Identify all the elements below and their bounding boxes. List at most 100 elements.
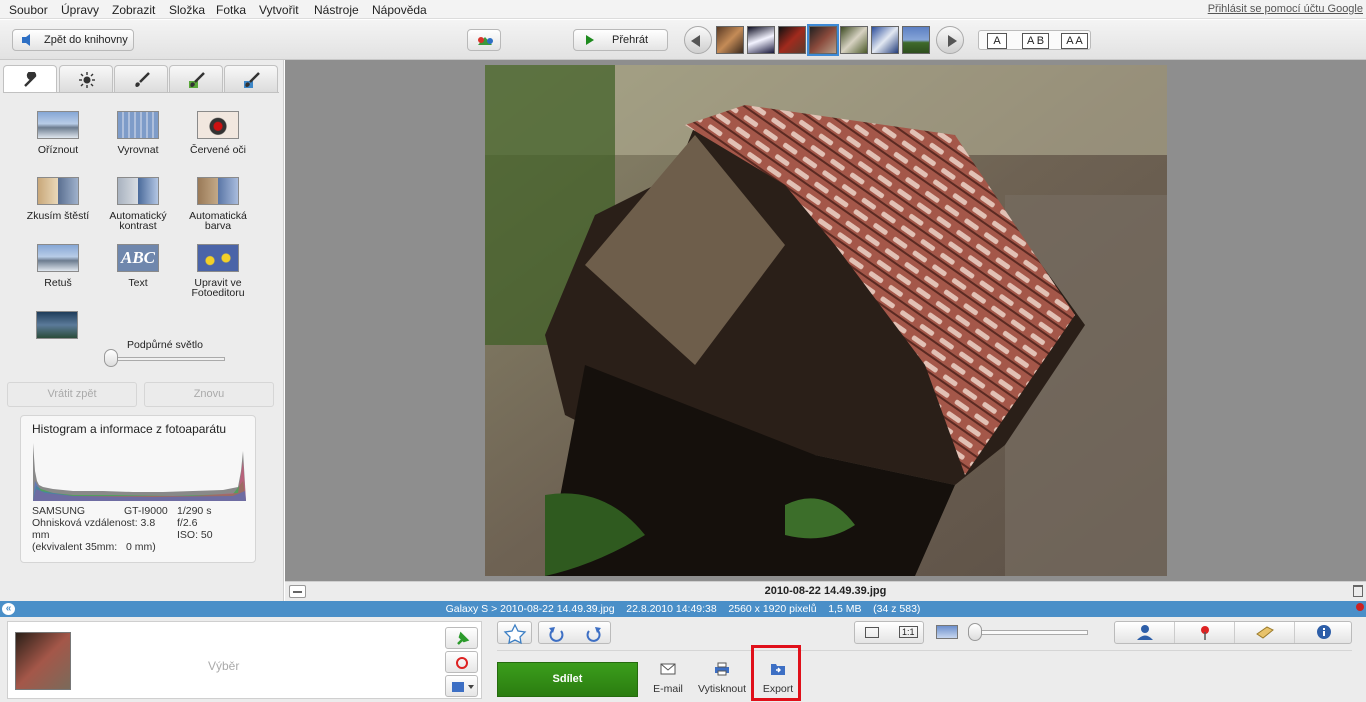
star-button[interactable] — [497, 621, 532, 645]
rotate-left-icon[interactable] — [539, 622, 575, 645]
focal-length: Ohnisková vzdálenost: 3.8 mm — [32, 517, 156, 541]
zoom-slider-handle[interactable] — [968, 623, 982, 641]
undo-button[interactable]: Vrátit zpět — [7, 382, 137, 407]
tags-button[interactable] — [1235, 622, 1295, 643]
play-icon — [586, 35, 594, 45]
effects-button[interactable] — [467, 29, 501, 51]
previous-photo-button[interactable] — [684, 26, 712, 54]
filmstrip-thumb-selected[interactable] — [807, 24, 839, 56]
hold-pin-button[interactable] — [445, 627, 478, 649]
menu-view[interactable]: Zobrazit — [112, 3, 155, 17]
focal-equivalent: (ekvivalent 35mm: 0 mm) — [32, 541, 156, 553]
retouch-icon — [37, 244, 79, 272]
clear-tray-button[interactable] — [445, 651, 478, 673]
slideshow-play-button[interactable]: Přehrát — [573, 29, 668, 51]
aperture: f/2.6 — [177, 517, 198, 529]
filmstrip-thumb[interactable] — [871, 26, 899, 54]
brush-blue-icon — [244, 72, 260, 88]
location-pin-icon[interactable] — [1356, 603, 1364, 611]
redeye-label: Červené oči — [189, 144, 247, 156]
person-icon — [1137, 625, 1153, 640]
menu-edit[interactable]: Úpravy — [61, 3, 99, 17]
redo-button[interactable]: Znovu — [144, 382, 274, 407]
tab-tuning[interactable] — [59, 65, 113, 92]
caption-mode-single[interactable]: A — [987, 33, 1007, 49]
filmstrip-thumb[interactable] — [778, 26, 806, 54]
filmstrip-thumb[interactable] — [840, 26, 868, 54]
edit-in-photo-editor-tool[interactable]: Upravit ve Fotoeditoru — [178, 244, 258, 298]
menu-file[interactable]: Soubor — [9, 3, 48, 17]
caption-mode-large[interactable]: A A — [1061, 33, 1088, 49]
auto-contrast-label: Automatický kontrast — [109, 210, 167, 232]
camera-model: GT-I9000 — [124, 505, 168, 517]
fill-light-slider-handle[interactable] — [104, 349, 118, 367]
retouch-label: Retuš — [44, 277, 72, 289]
trash-icon[interactable] — [1353, 585, 1363, 597]
camera-make: SAMSUNG — [32, 505, 86, 517]
green-pin-icon — [457, 631, 470, 645]
rotate-group — [538, 621, 611, 644]
tray-thumbnail[interactable] — [15, 632, 71, 690]
side-tools-group — [1114, 621, 1352, 644]
back-to-library-button[interactable]: Zpět do knihovny — [12, 29, 134, 51]
main-photo[interactable] — [485, 65, 1167, 576]
bottom-panel: Výběr 1:1 Sdílet E-mail Vytisknout Expor… — [0, 617, 1366, 702]
edit-panel: Oříznout Vyrovnat Červené oči Zkusím ště… — [0, 60, 284, 601]
menu-folder[interactable]: Složka — [169, 3, 205, 17]
fit-to-window-icon[interactable] — [865, 627, 879, 638]
photo-filename: 2010-08-22 14.49.39.jpg — [764, 585, 887, 597]
menu-photo[interactable]: Fotka — [216, 3, 246, 17]
feeling-lucky-tool[interactable]: Zkusím štěstí — [18, 177, 98, 221]
text-tool[interactable]: ABC Text — [98, 244, 178, 288]
arrow-right-icon — [948, 35, 957, 47]
share-button[interactable]: Sdílet — [497, 662, 638, 697]
crop-tool[interactable]: Oříznout — [18, 111, 98, 155]
zoom-slider-track[interactable] — [968, 630, 1088, 635]
brush-icon — [135, 72, 150, 87]
tab-effects-3[interactable] — [224, 65, 278, 92]
info-button[interactable] — [1295, 622, 1355, 643]
caption-display-modes: A A B A A — [978, 30, 1091, 50]
export-highlight-box — [751, 645, 801, 701]
printer-icon — [715, 662, 729, 676]
next-photo-button[interactable] — [936, 26, 964, 54]
text-abc-icon: ABC — [117, 244, 159, 272]
menu-tools[interactable]: Nástroje — [314, 3, 359, 17]
photo-viewer — [285, 60, 1366, 581]
iso: ISO: 50 — [177, 529, 213, 541]
back-to-library-label: Zpět do knihovny — [44, 34, 128, 46]
straighten-tool[interactable]: Vyrovnat — [98, 111, 178, 155]
fill-light-slider-track[interactable] — [107, 357, 225, 361]
straighten-icon — [117, 111, 159, 139]
add-to-album-button[interactable] — [445, 675, 478, 697]
map-pin-icon — [1201, 626, 1209, 640]
people-button[interactable] — [1115, 622, 1175, 643]
places-button[interactable] — [1175, 622, 1235, 643]
caption-mode-two[interactable]: A B — [1022, 33, 1049, 49]
clear-circle-icon — [456, 657, 468, 669]
filmstrip-thumb[interactable] — [902, 26, 930, 54]
tab-effects-2[interactable] — [169, 65, 223, 92]
print-button[interactable]: Vytisknout — [696, 662, 748, 695]
filmstrip-thumb[interactable] — [716, 26, 744, 54]
album-dropdown-icon — [452, 682, 474, 692]
auto-contrast-tool[interactable]: Automatický kontrast — [98, 177, 178, 231]
redeye-tool[interactable]: Červené oči — [178, 111, 258, 155]
menu-help[interactable]: Nápověda — [372, 3, 427, 17]
divider — [497, 650, 1352, 651]
tab-effects[interactable] — [114, 65, 168, 92]
retouch-tool[interactable]: Retuš — [18, 244, 98, 288]
zoom-mode-group: 1:1 — [854, 621, 924, 644]
fill-light-icon — [36, 311, 78, 339]
email-button[interactable]: E-mail — [642, 662, 694, 695]
tab-basic-fixes[interactable] — [3, 65, 57, 93]
email-label: E-mail — [653, 683, 683, 695]
rotate-right-icon[interactable] — [575, 622, 611, 645]
auto-color-tool[interactable]: Automatická barva — [178, 177, 258, 231]
menu-create[interactable]: Vytvořit — [259, 3, 299, 17]
google-signin-link[interactable]: Přihlásit se pomocí účtu Google — [1208, 3, 1363, 15]
actual-size-button[interactable]: 1:1 — [899, 626, 918, 638]
filmstrip-thumb[interactable] — [747, 26, 775, 54]
histogram-title: Histogram a informace z fotoaparátu — [32, 422, 227, 436]
back-arrow-icon — [22, 34, 30, 46]
